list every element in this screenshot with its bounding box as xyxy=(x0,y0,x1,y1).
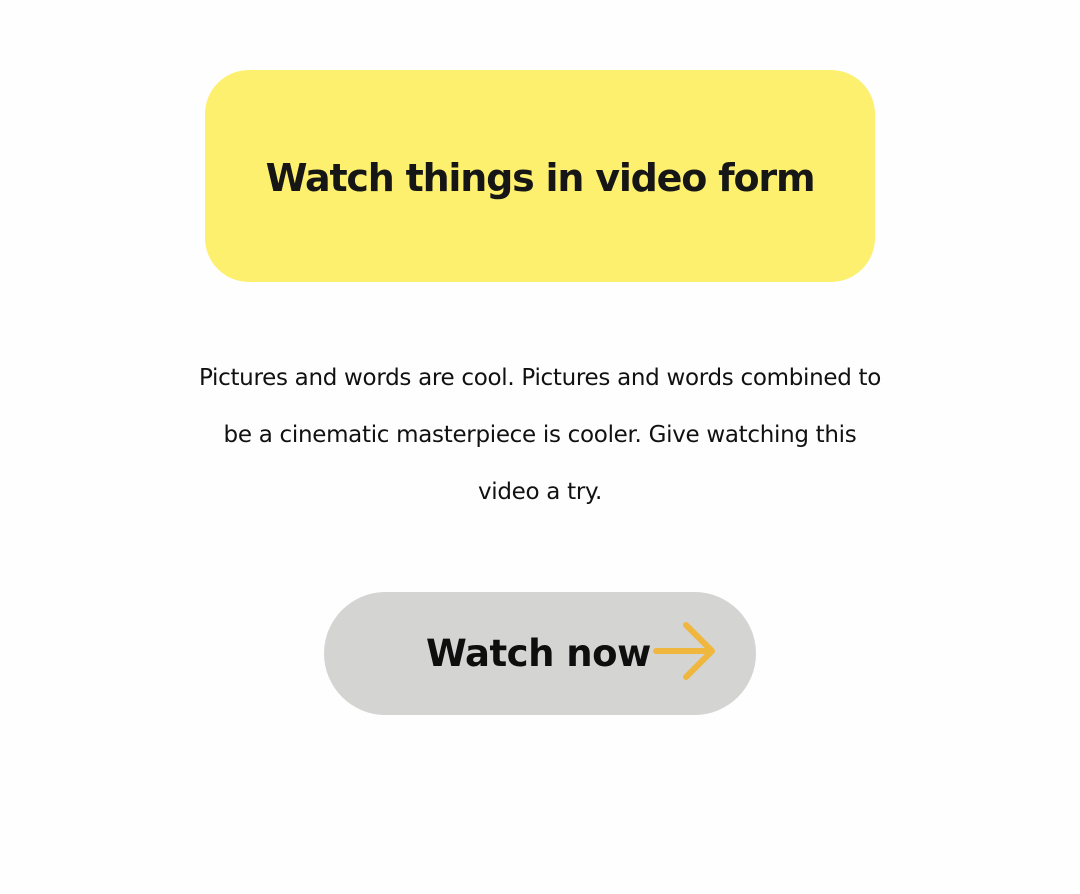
watch-now-label: Watch now xyxy=(426,632,651,675)
headline-card: Watch things in video form xyxy=(205,70,875,282)
description-text: Pictures and words are cool. Pictures an… xyxy=(198,365,882,505)
page: Watch things in video form Pictures and … xyxy=(0,0,1080,894)
watch-now-button[interactable]: Watch now xyxy=(324,592,756,715)
headline-title: Watch things in video form xyxy=(265,156,816,200)
arrow-right-icon xyxy=(653,622,715,680)
